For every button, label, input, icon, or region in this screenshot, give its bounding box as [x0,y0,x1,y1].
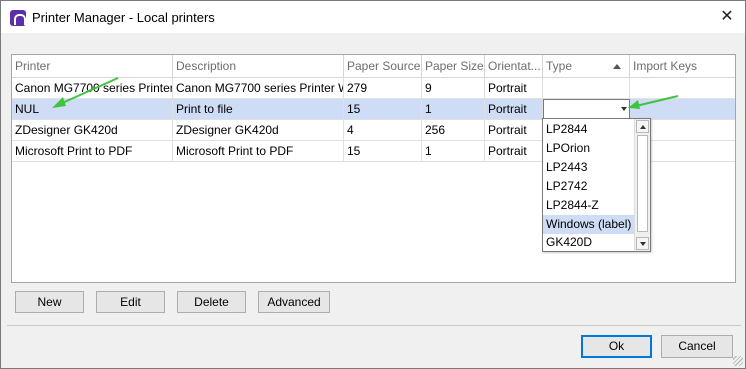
cell-printer: NUL [12,99,173,120]
column-header-type[interactable]: Type [543,55,630,78]
edit-button[interactable]: Edit [96,291,165,313]
cell-paper-size: 1 [422,99,485,120]
chevron-down-icon[interactable] [621,107,627,111]
dropdown-option[interactable]: LPOrion [543,139,634,158]
cell-printer: ZDesigner GK420d [12,120,173,141]
dropdown-option[interactable]: GK420D [543,234,634,251]
dropdown-option-highlighted[interactable]: Windows (label) [543,215,634,234]
cell-description: Canon MG7700 series Printer WS [173,78,344,99]
column-header-import-keys[interactable]: Import Keys [630,55,735,78]
delete-button[interactable]: Delete [177,291,246,313]
cell-description: ZDesigner GK420d [173,120,344,141]
cell-printer: Canon MG7700 series Printer ... [12,78,173,99]
scroll-thumb[interactable] [637,135,648,232]
advanced-button[interactable]: Advanced [258,291,330,313]
cell-orientation: Portrait [485,78,543,99]
table-row[interactable]: Canon MG7700 series Printer ... Canon MG… [12,78,735,99]
column-header-paper-size[interactable]: Paper Size [422,55,485,78]
cell-paper-size: 9 [422,78,485,99]
scroll-down-icon[interactable] [636,237,649,250]
column-header-paper-source[interactable]: Paper Source [344,55,422,78]
sort-ascending-icon [613,64,621,69]
ok-button[interactable]: Ok [581,335,652,358]
cell-description: Microsoft Print to PDF [173,141,344,162]
new-button[interactable]: New [15,291,84,313]
cell-description: Print to file [173,99,344,120]
cell-paper-source: 15 [344,99,422,120]
cell-type[interactable] [543,78,630,99]
resize-grip[interactable] [733,356,743,366]
close-icon[interactable]: ✕ [712,5,742,29]
scroll-up-icon[interactable] [636,120,649,133]
cell-paper-source: 279 [344,78,422,99]
cell-orientation: Portrait [485,141,543,162]
cancel-button[interactable]: Cancel [661,335,733,358]
column-header-type-label: Type [546,59,573,73]
dropdown-option[interactable]: LP2443 [543,158,634,177]
column-header-description[interactable]: Description [173,55,344,78]
cell-orientation: Portrait [485,120,543,141]
dropdown-scrollbar[interactable] [634,119,650,251]
dropdown-option[interactable]: LP2742 [543,177,634,196]
divider [7,325,741,326]
dropdown-option[interactable]: LP2844-Z [543,196,634,215]
dropdown-option[interactable]: LP2844 [543,120,634,139]
type-dropdown-list: LP2844 LPOrion LP2443 LP2742 LP2844-Z Wi… [542,118,651,252]
window-title: Printer Manager - Local printers [32,10,215,25]
cell-paper-size: 1 [422,141,485,162]
cell-import-keys[interactable] [630,99,735,120]
printer-manager-window: Printer Manager - Local printers ✕ Print… [0,0,746,369]
column-header-orientation[interactable]: Orientat... [485,55,543,78]
app-logo-icon [10,10,26,26]
cell-paper-source: 15 [344,141,422,162]
title-bar: Printer Manager - Local printers ✕ [1,1,745,33]
cell-import-keys[interactable] [630,78,735,99]
type-combobox[interactable] [543,99,630,119]
cell-paper-source: 4 [344,120,422,141]
cell-printer: Microsoft Print to PDF [12,141,173,162]
cell-orientation: Portrait [485,99,543,120]
column-header-printer[interactable]: Printer [12,55,173,78]
cell-paper-size: 256 [422,120,485,141]
